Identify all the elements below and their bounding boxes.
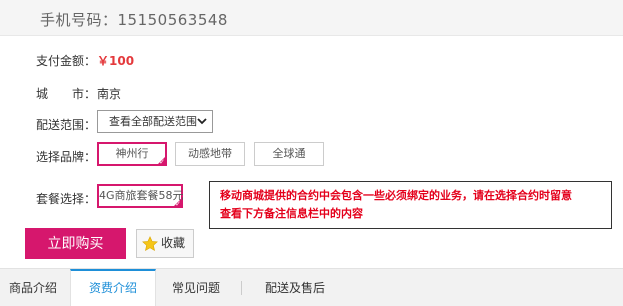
notice-line-2: 查看下方备注信息栏中的内容 xyxy=(220,207,363,220)
package-option[interactable]: 4G商旅套餐58元 ✓ xyxy=(97,184,184,208)
city-label: 城 市： xyxy=(36,87,97,101)
check-icon: ✓ xyxy=(175,200,181,208)
check-icon: ✓ xyxy=(159,158,165,166)
pay-amount-label: 支付金额： xyxy=(36,54,97,68)
header-bar: 手机号码：15150563548 xyxy=(0,0,623,36)
delivery-range-select[interactable]: 查看全部配送范围 xyxy=(97,110,213,133)
delivery-range-select-value: 查看全部配送范围 xyxy=(109,115,197,128)
brand-label: 选择品牌： xyxy=(36,150,97,164)
package-option-label: 4G商旅套餐58元 xyxy=(99,189,184,202)
favorite-label: 收藏 xyxy=(161,236,186,250)
tab-product-intro[interactable]: 商品介绍 xyxy=(0,269,66,306)
phone-number-title: 手机号码：15150563548 xyxy=(40,11,228,29)
tab-tariff-intro[interactable]: 资费介绍 xyxy=(70,269,156,306)
star-icon xyxy=(142,235,158,251)
favorite-button[interactable]: 收藏 xyxy=(136,229,194,258)
brand-option-dongganditai[interactable]: 动感地带 xyxy=(175,142,245,166)
brand-option-label: 动感地带 xyxy=(188,147,232,160)
tab-divider xyxy=(241,281,242,295)
chevron-down-icon xyxy=(197,111,207,140)
brand-option-label: 神州行 xyxy=(115,147,149,160)
brand-option-label: 全球通 xyxy=(272,147,306,160)
contract-notice: 移动商城提供的合约中会包含一些必须绑定的业务，请在选择合约时留意 查看下方备注信… xyxy=(209,181,612,229)
tab-faq[interactable]: 常见问题 xyxy=(160,269,232,306)
notice-line-1: 移动商城提供的合约中会包含一些必须绑定的业务，请在选择合约时留意 xyxy=(220,189,572,202)
city-value: 南京 xyxy=(97,87,122,101)
buy-now-button[interactable]: 立即购买 xyxy=(25,228,126,259)
pay-amount-value: ￥100 xyxy=(97,54,135,68)
detail-tabs: 商品介绍 资费介绍 常见问题 配送及售后 xyxy=(0,268,623,306)
tab-delivery-aftersales[interactable]: 配送及售后 xyxy=(252,269,338,306)
delivery-range-label: 配送范围： xyxy=(36,118,97,132)
brand-option-shenzhouxing[interactable]: 神州行 ✓ xyxy=(97,142,167,166)
brand-option-quanqiutong[interactable]: 全球通 xyxy=(254,142,324,166)
package-label: 套餐选择： xyxy=(36,192,97,206)
